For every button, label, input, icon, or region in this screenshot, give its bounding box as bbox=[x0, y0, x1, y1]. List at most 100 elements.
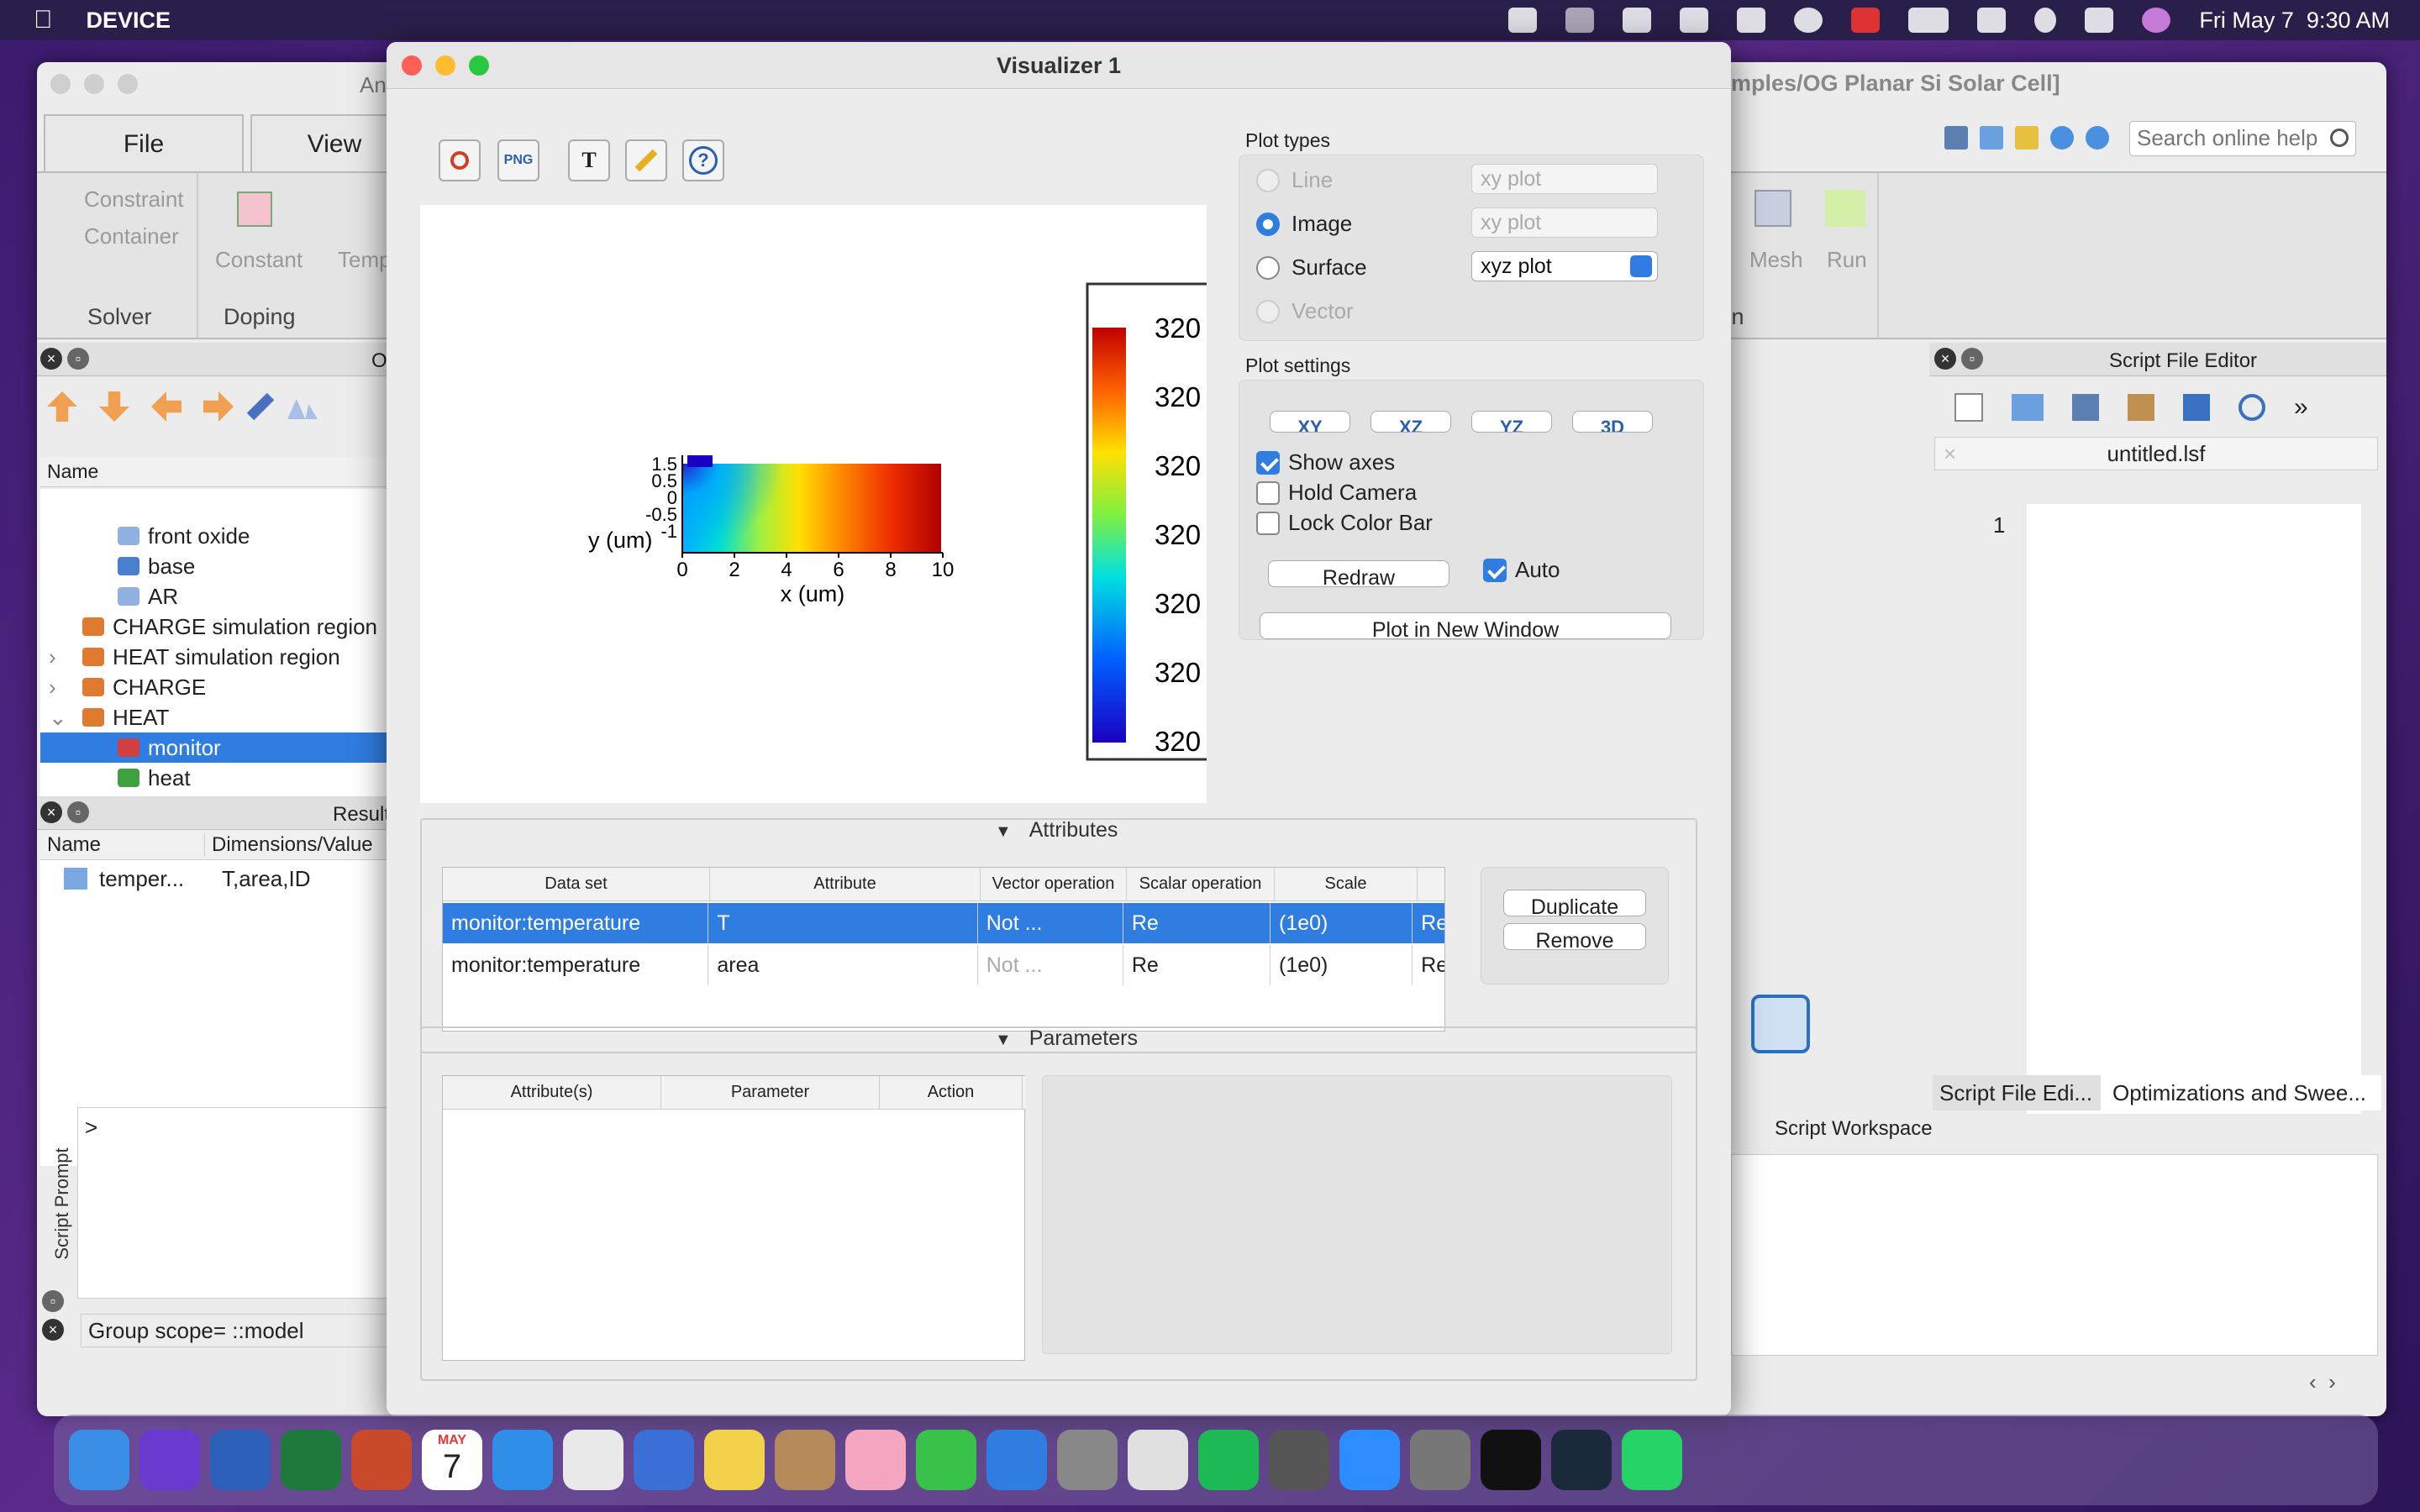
script-editor-text[interactable] bbox=[2027, 504, 2361, 1114]
minimize-window-icon[interactable] bbox=[435, 55, 455, 76]
battery-icon[interactable] bbox=[1908, 8, 1949, 33]
tree-item[interactable]: front oxide bbox=[40, 521, 393, 551]
plot-type-radio-surface[interactable] bbox=[1256, 256, 1280, 280]
attribute-cell[interactable]: Not ... bbox=[978, 903, 1123, 943]
lock-color-bar-checkbox[interactable] bbox=[1256, 512, 1280, 535]
dock-app-icon[interactable] bbox=[69, 1430, 129, 1490]
dock-app-icon[interactable] bbox=[1410, 1430, 1470, 1490]
malwarebytes-icon[interactable] bbox=[1680, 8, 1709, 33]
shapes-icon[interactable] bbox=[287, 399, 318, 419]
attribute-cell[interactable]: Re bbox=[1123, 903, 1270, 943]
redraw-button[interactable]: Redraw bbox=[1268, 560, 1449, 587]
move-right-icon[interactable] bbox=[203, 391, 234, 422]
attribute-cell[interactable]: Re bbox=[1123, 945, 1270, 985]
search-icon[interactable] bbox=[2034, 8, 2057, 33]
magnifier-icon[interactable] bbox=[2330, 129, 2349, 147]
expand-arrow-icon[interactable]: › bbox=[49, 675, 56, 701]
open-file-icon[interactable] bbox=[2012, 394, 2044, 421]
new-file-icon[interactable] bbox=[1954, 393, 1983, 422]
dock-app-icon[interactable] bbox=[210, 1430, 271, 1490]
tree-item[interactable]: AR bbox=[40, 581, 393, 612]
refresh-icon[interactable] bbox=[2238, 394, 2265, 421]
plot-type-radio-line[interactable] bbox=[1256, 169, 1280, 192]
search-input[interactable] bbox=[2130, 122, 2320, 154]
dock-app-icon[interactable] bbox=[563, 1430, 623, 1490]
dock-app-icon[interactable] bbox=[351, 1430, 412, 1490]
plot-type-radio-vector[interactable] bbox=[1256, 300, 1280, 323]
dock-app-icon[interactable]: MAY 7 bbox=[422, 1430, 482, 1490]
plot-canvas[interactable]: 0 2 4 6 8 10 1.50.50-0.5-1 x (um) y (um) 3203… bbox=[420, 205, 1215, 803]
dock-app-icon[interactable] bbox=[704, 1430, 765, 1490]
constant-button[interactable]: Constant bbox=[215, 247, 302, 273]
view-cube-icon[interactable] bbox=[1751, 995, 1810, 1053]
auto-checkbox[interactable] bbox=[1483, 559, 1507, 582]
rocket-icon[interactable] bbox=[1565, 8, 1595, 33]
model-icon[interactable] bbox=[1980, 126, 2003, 150]
dock-app-icon[interactable] bbox=[775, 1430, 835, 1490]
flag-icon[interactable] bbox=[1851, 8, 1881, 33]
parameters-table[interactable]: Attribute(s) Parameter Action bbox=[442, 1075, 1026, 1361]
dock-app-icon[interactable] bbox=[1057, 1430, 1118, 1490]
run-button[interactable]: Run bbox=[1827, 247, 1867, 273]
attribute-cell[interactable]: (1e0) bbox=[1270, 945, 1413, 985]
folder-icon[interactable] bbox=[2015, 126, 2039, 150]
bottom-tab-script[interactable]: Script File Edi... bbox=[1933, 1075, 2101, 1110]
plot-type-radio-image[interactable] bbox=[1256, 213, 1280, 236]
cloud-icon[interactable] bbox=[1623, 8, 1652, 33]
close-icon[interactable]: × bbox=[1934, 348, 1956, 370]
attribute-cell[interactable]: Not ... bbox=[978, 945, 1123, 985]
control-center-icon[interactable] bbox=[2085, 8, 2114, 33]
show-axes-checkbox[interactable] bbox=[1256, 451, 1280, 475]
zoom-status-icon[interactable] bbox=[1508, 8, 1538, 33]
attribute-cell[interactable]: monitor:temperature bbox=[443, 903, 709, 943]
dock-app-icon[interactable] bbox=[492, 1430, 553, 1490]
run-script-icon[interactable] bbox=[2183, 394, 2210, 421]
dock-app-icon[interactable] bbox=[845, 1430, 906, 1490]
expand-arrow-icon[interactable]: › bbox=[49, 644, 56, 670]
bottom-tab-optimizations[interactable]: Optimizations and Swee... bbox=[2104, 1075, 2381, 1110]
move-left-icon[interactable] bbox=[151, 391, 182, 422]
view-button-3d[interactable]: 3D bbox=[1572, 411, 1653, 433]
text-tool-button[interactable]: T bbox=[568, 139, 610, 181]
dock-app-icon[interactable] bbox=[634, 1430, 694, 1490]
attribute-cell[interactable]: monitor:temperature bbox=[443, 945, 709, 985]
attributes-header[interactable]: ▼ Attributes bbox=[995, 818, 1118, 843]
undock-icon[interactable]: ▫ bbox=[42, 1290, 64, 1312]
move-up-icon[interactable] bbox=[47, 391, 77, 422]
siri-icon[interactable] bbox=[2142, 8, 2171, 33]
undock-icon[interactable]: ▫ bbox=[67, 348, 89, 370]
attribute-cell[interactable]: area bbox=[708, 945, 978, 985]
attribute-cell[interactable]: Re bbox=[1413, 903, 1444, 943]
attribute-cell[interactable]: Re bbox=[1413, 945, 1444, 985]
view-button-yz[interactable]: YZ bbox=[1471, 411, 1552, 433]
results-row[interactable]: temper... T,area,ID bbox=[40, 860, 393, 897]
wifi-icon[interactable] bbox=[1977, 8, 2007, 33]
attribute-row[interactable]: monitor:temperature area Not ... Re (1e0) Re bbox=[443, 945, 1444, 985]
dock-app-icon[interactable] bbox=[916, 1430, 976, 1490]
dock-app-icon[interactable] bbox=[1551, 1430, 1612, 1490]
tree-item[interactable]: › HEAT simulation region bbox=[40, 642, 393, 672]
attribute-cell[interactable]: T bbox=[708, 903, 978, 943]
save-as-icon[interactable] bbox=[2128, 394, 2154, 421]
move-down-icon[interactable] bbox=[99, 391, 129, 422]
hold-camera-checkbox[interactable] bbox=[1256, 481, 1280, 505]
plot-in-new-window-button[interactable]: Plot in New Window bbox=[1260, 612, 1671, 639]
script-workspace[interactable] bbox=[1731, 1154, 2378, 1356]
tree-item[interactable]: heat bbox=[40, 763, 393, 793]
search-online-help[interactable] bbox=[2129, 121, 2356, 156]
close-icon[interactable]: × bbox=[40, 348, 62, 370]
plot-area[interactable]: 0 2 4 6 8 10 1.5 0.5 0 -0.5 -1 x (um) y (um) 320 3… bbox=[420, 205, 1215, 803]
plot-type-dropdown[interactable]: xy plot bbox=[1471, 164, 1658, 194]
help-button[interactable]: ? bbox=[682, 139, 724, 181]
dock-app-icon[interactable] bbox=[1339, 1430, 1400, 1490]
container-button[interactable]: Container bbox=[84, 223, 179, 249]
dock-app-icon[interactable] bbox=[1481, 1430, 1541, 1490]
zoom-tool-button[interactable] bbox=[439, 139, 481, 181]
tree-item[interactable]: CHARGE simulation region bbox=[40, 612, 393, 642]
more-chevron-icon[interactable]: » bbox=[2294, 393, 2308, 422]
close-icon[interactable]: × bbox=[42, 1319, 64, 1341]
zoom-window-icon[interactable] bbox=[469, 55, 489, 76]
attribute-row[interactable]: monitor:temperature T Not ... Re (1e0) Re bbox=[443, 903, 1444, 943]
undock-icon[interactable]: ▫ bbox=[1961, 348, 1983, 370]
edit-icon[interactable] bbox=[246, 392, 275, 421]
